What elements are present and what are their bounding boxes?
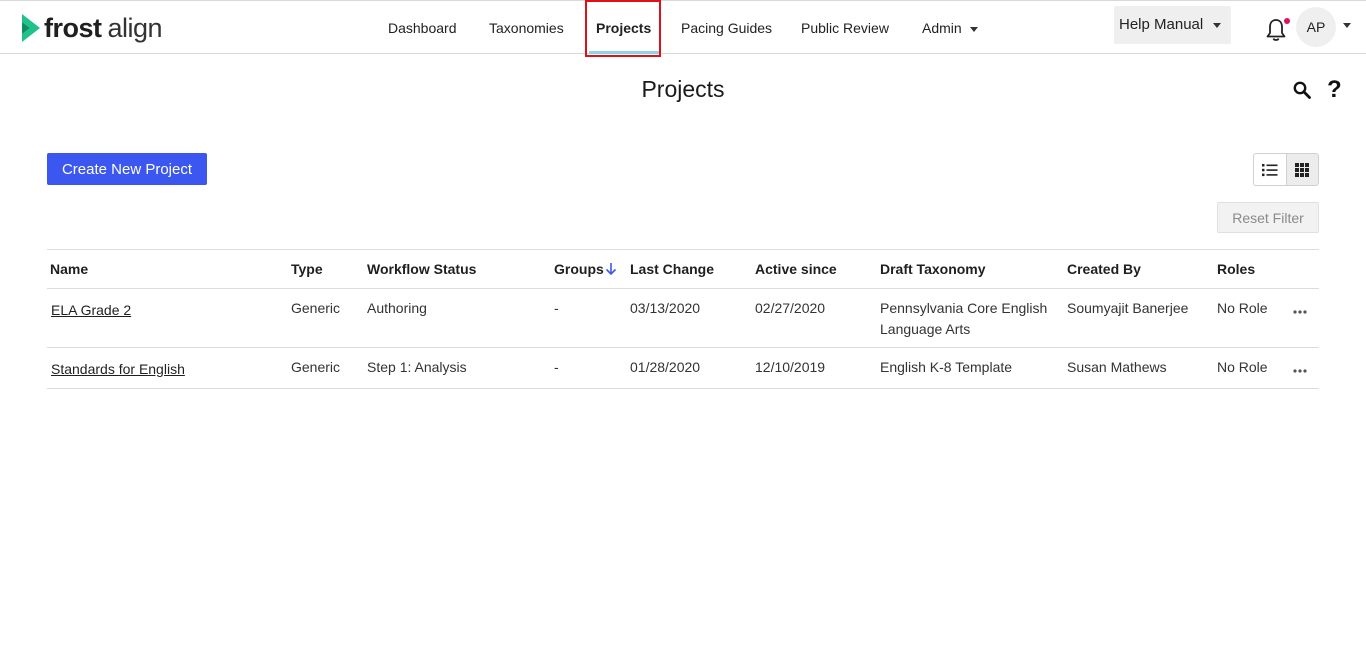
column-header-name[interactable]: Name: [50, 259, 88, 280]
top-navigation-bar: frost align Dashboard Taxonomies Projects…: [0, 0, 1366, 54]
user-avatar[interactable]: AP: [1296, 7, 1336, 47]
projects-table: Name Type Workflow Status Groups Last Ch…: [47, 249, 1319, 389]
project-active-since: 02/27/2020: [755, 300, 826, 316]
nav-public-review[interactable]: Public Review: [801, 1, 889, 55]
nav-taxonomies[interactable]: Taxonomies: [489, 1, 564, 55]
nav-projects[interactable]: Projects: [596, 1, 651, 55]
column-header-last-change[interactable]: Last Change: [630, 259, 714, 280]
column-header-type[interactable]: Type: [291, 259, 323, 280]
project-roles: No Role: [1217, 300, 1268, 316]
project-name-link[interactable]: Standards for English: [51, 359, 185, 380]
draft-taxonomy-line: Language Arts: [880, 321, 971, 337]
project-workflow-status: Step 1: Analysis: [367, 359, 467, 375]
nav-admin[interactable]: Admin: [922, 1, 978, 55]
more-options-icon[interactable]: [1293, 368, 1307, 374]
help-manual-dropdown[interactable]: Help Manual: [1114, 6, 1231, 44]
project-roles: No Role: [1217, 359, 1268, 375]
column-header-roles[interactable]: Roles: [1217, 259, 1255, 280]
grid-view-icon: [1295, 162, 1310, 177]
help-icon[interactable]: ?: [1327, 76, 1342, 104]
project-type: Generic: [291, 359, 341, 375]
more-options-icon[interactable]: [1293, 309, 1307, 315]
notification-badge: [1284, 18, 1290, 24]
project-groups: -: [554, 300, 559, 316]
column-header-active-since[interactable]: Active since: [755, 259, 837, 280]
sort-down-icon[interactable]: [605, 262, 617, 276]
column-header-created-by[interactable]: Created By: [1067, 259, 1141, 280]
nav-pacing-guides[interactable]: Pacing Guides: [681, 1, 772, 55]
view-toggle: [1253, 153, 1319, 186]
table-row: ELA Grade 2 Generic Authoring - 03/13/20…: [47, 289, 1319, 348]
chevron-down-icon[interactable]: [1343, 23, 1351, 28]
table-row: Standards for English Generic Step 1: An…: [47, 348, 1319, 389]
draft-taxonomy-line: Pennsylvania Core English: [880, 300, 1048, 316]
page-title: Projects: [641, 76, 725, 102]
project-draft-taxonomy: English K-8 Template: [880, 359, 1013, 375]
project-type: Generic: [291, 300, 341, 316]
chevron-down-icon: [1213, 22, 1222, 28]
nav-admin-label: Admin: [922, 20, 962, 36]
help-manual-label: Help Manual: [1119, 16, 1204, 33]
project-draft-taxonomy: Pennsylvania Core English Language Arts: [880, 298, 1047, 340]
table-header-row: Name Type Workflow Status Groups Last Ch…: [47, 250, 1319, 289]
project-name-link[interactable]: ELA Grade 2: [51, 300, 131, 321]
project-last-change: 03/13/2020: [630, 300, 701, 316]
create-new-project-button[interactable]: Create New Project: [47, 153, 207, 185]
column-header-workflow-status[interactable]: Workflow Status: [367, 259, 476, 280]
list-view-button[interactable]: [1254, 154, 1286, 185]
grid-view-button[interactable]: [1285, 154, 1318, 185]
project-created-by: Soumyajit Banerjee: [1067, 300, 1189, 316]
column-header-groups[interactable]: Groups: [554, 259, 604, 280]
chevron-down-icon: [969, 26, 978, 32]
project-workflow-status: Authoring: [367, 300, 427, 316]
project-last-change: 01/28/2020: [630, 359, 701, 375]
list-view-icon: [1261, 163, 1278, 176]
column-header-draft-taxonomy[interactable]: Draft Taxonomy: [880, 259, 986, 280]
nav-dashboard[interactable]: Dashboard: [388, 1, 457, 55]
project-created-by: Susan Mathews: [1067, 359, 1167, 375]
search-icon[interactable]: [1293, 81, 1311, 99]
project-active-since: 12/10/2019: [755, 359, 826, 375]
project-groups: -: [554, 359, 559, 375]
active-tab-indicator: [589, 51, 659, 54]
reset-filter-button[interactable]: Reset Filter: [1217, 202, 1319, 233]
